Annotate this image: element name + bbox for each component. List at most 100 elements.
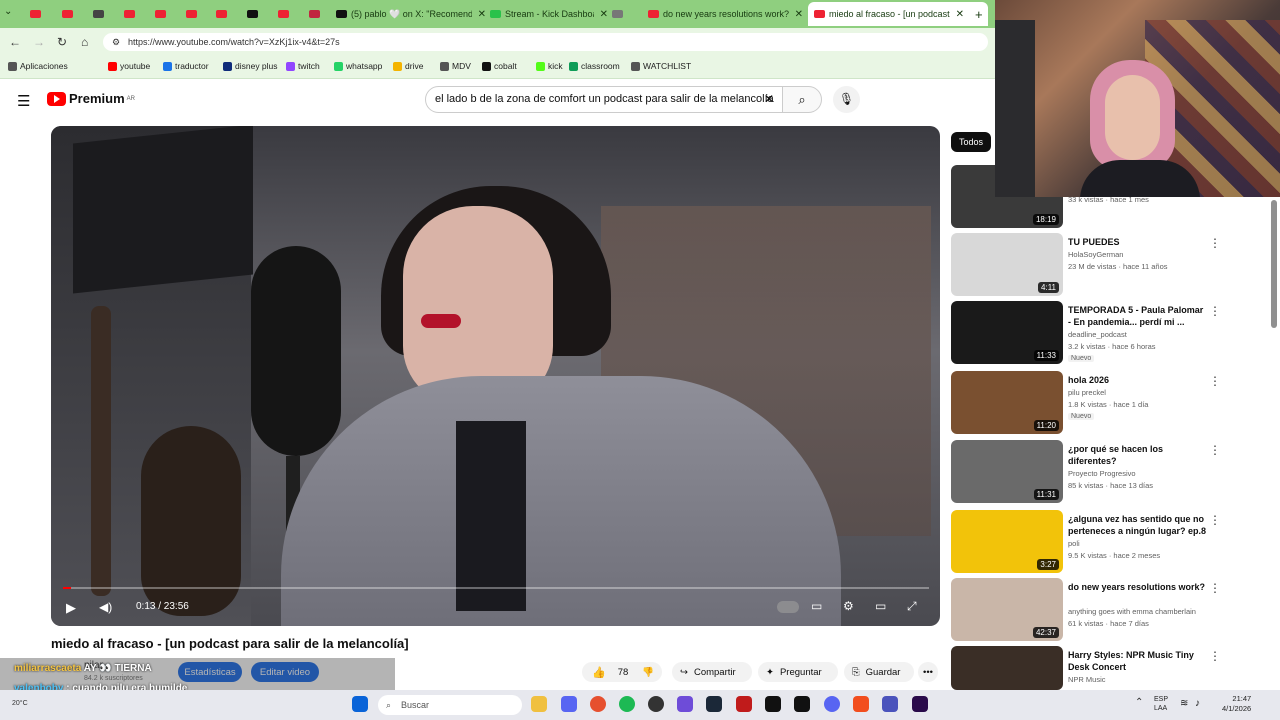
recommendation-channel[interactable]: Proyecto Progresivo xyxy=(1068,469,1136,478)
chrome-icon[interactable] xyxy=(590,696,606,712)
more-actions-button[interactable]: ••• xyxy=(918,662,938,682)
more-options-icon[interactable]: ⋮ xyxy=(1209,304,1221,318)
search-button[interactable]: ⌕ xyxy=(782,86,822,113)
video-thumbnail[interactable]: 42:37 xyxy=(951,578,1063,641)
browser-tab[interactable] xyxy=(612,2,642,26)
capcut-icon[interactable] xyxy=(765,696,781,712)
recommendation-item[interactable]: 4:11 TU PUEDES HolaSoyGerman 23 M de vistas… xyxy=(951,233,1280,297)
premiere-icon[interactable] xyxy=(912,696,928,712)
clear-search-icon[interactable]: ✕ xyxy=(764,92,774,106)
browser-tab[interactable] xyxy=(186,2,214,26)
tab-close-icon[interactable]: ✕ xyxy=(600,9,608,20)
recommendation-item[interactable]: 11:20 hola 2026 pilu preckel 1.8 K vistas ·… xyxy=(951,371,1280,435)
recommendation-channel[interactable]: pilu preckel xyxy=(1068,388,1106,397)
spotify-icon[interactable] xyxy=(619,696,635,712)
recommendation-title[interactable]: hola 2026 xyxy=(1068,374,1208,386)
obs-icon[interactable] xyxy=(648,696,664,712)
ask-button[interactable]: ✦ Preguntar xyxy=(758,662,838,682)
tab-close-icon[interactable]: ✕ xyxy=(956,9,964,20)
wifi-icon[interactable]: ≋ xyxy=(1180,698,1188,709)
video-thumbnail[interactable] xyxy=(951,646,1063,690)
browser-tab[interactable] xyxy=(30,2,58,26)
recommendation-item[interactable]: 11:31 ¿por qué se hacen los diferentes? Pr… xyxy=(951,440,1280,504)
video-progress-bar[interactable] xyxy=(63,587,929,589)
save-button[interactable]: ⎘ Guardar xyxy=(844,662,914,682)
more-options-icon[interactable]: ⋮ xyxy=(1209,649,1221,663)
more-options-icon[interactable]: ⋮ xyxy=(1209,236,1221,250)
forward-icon[interactable]: → xyxy=(33,35,45,49)
bookmark-item[interactable]: whatsapp xyxy=(334,61,382,71)
browser-tab[interactable] xyxy=(309,2,334,26)
recommendation-channel[interactable]: deadline_podcast xyxy=(1068,330,1127,339)
recommendation-title[interactable]: do new years resolutions work? xyxy=(1068,581,1208,593)
video-thumbnail[interactable]: 11:33 xyxy=(951,301,1063,364)
windows-start-icon[interactable] xyxy=(352,696,368,712)
video-thumbnail[interactable]: 11:31 xyxy=(951,440,1063,503)
recommendation-channel[interactable]: NPR Music xyxy=(1068,675,1106,684)
video-thumbnail[interactable]: 11:20 xyxy=(951,371,1063,434)
language-indicator[interactable]: ESP LAA xyxy=(1154,695,1168,713)
recommendation-channel[interactable]: poli xyxy=(1068,539,1080,548)
bookmark-item[interactable]: twitch xyxy=(286,61,320,71)
browser-tab[interactable]: do new years resolutions work? ✕ xyxy=(648,2,803,26)
bookmark-item[interactable]: WATCHLIST xyxy=(631,61,691,71)
browser-tab[interactable]: miedo al fracaso - [un podcast ✕ xyxy=(808,2,988,26)
bookmark-item[interactable]: Aplicaciones xyxy=(8,61,68,71)
recommendation-channel[interactable]: HolaSoyGerman xyxy=(1068,250,1123,259)
recommendation-item[interactable]: 42:37 do new years resolutions work? anyth… xyxy=(951,578,1280,642)
search-input[interactable]: el lado b de la zona de comfort un podca… xyxy=(425,86,783,113)
tab-close-icon[interactable]: ✕ xyxy=(478,9,486,20)
home-icon[interactable]: ⌂ xyxy=(81,35,88,49)
recommendation-title[interactable]: TEMPORADA 5 - Paula Palomar - En pandemi… xyxy=(1068,304,1208,328)
subtitles-icon[interactable]: ▭ xyxy=(811,599,822,613)
tray-chevron-icon[interactable]: ⌃ xyxy=(1135,697,1143,708)
thumbs-down-icon[interactable]: 👎 xyxy=(642,667,654,678)
reload-icon[interactable]: ↻ xyxy=(57,35,67,49)
weather-widget[interactable]: 20°C xyxy=(12,700,28,707)
bookmark-item[interactable]: traductor xyxy=(163,61,209,71)
taskbar-search-input[interactable]: ⌕ Buscar xyxy=(378,695,522,715)
bookmark-item[interactable]: MDV xyxy=(440,61,471,71)
teams-icon[interactable] xyxy=(882,696,898,712)
figma-icon[interactable] xyxy=(853,696,869,712)
back-icon[interactable]: ← xyxy=(9,35,21,49)
hamburger-menu-icon[interactable]: ☰ xyxy=(17,92,30,110)
app-icon-red[interactable] xyxy=(736,696,752,712)
video-player[interactable] xyxy=(51,126,940,626)
recommendation-title[interactable]: Harry Styles: NPR Music Tiny Desk Concer… xyxy=(1068,649,1208,673)
browser-tab[interactable] xyxy=(124,2,152,26)
clock[interactable]: 21:47 4/1/2026 xyxy=(1222,694,1251,714)
browser-tab[interactable] xyxy=(62,2,90,26)
bookmark-item[interactable]: disney plus xyxy=(223,61,278,71)
more-options-icon[interactable]: ⋮ xyxy=(1209,581,1221,595)
bookmark-item[interactable]: cobalt xyxy=(482,61,517,71)
recommendation-title[interactable]: ¿alguna vez has sentido que no pertenece… xyxy=(1068,513,1208,537)
browser-tab[interactable] xyxy=(247,2,275,26)
recommendation-title[interactable]: ¿por qué se hacen los diferentes? xyxy=(1068,443,1208,467)
recommendation-item[interactable]: 11:33 TEMPORADA 5 - Paula Palomar - En pa… xyxy=(951,301,1280,365)
share-button[interactable]: ↪ Compartir xyxy=(672,662,752,682)
volume-tray-icon[interactable]: ♪ xyxy=(1195,698,1200,709)
browser-tab[interactable] xyxy=(155,2,183,26)
notion-icon[interactable] xyxy=(794,696,810,712)
recommendation-item[interactable]: 3:27 ¿alguna vez has sentido que no perte… xyxy=(951,510,1280,574)
autoplay-toggle[interactable] xyxy=(777,601,799,613)
more-options-icon[interactable]: ⋮ xyxy=(1209,513,1221,527)
youtube-logo[interactable]: Premium AR xyxy=(47,91,135,106)
recommendation-title[interactable]: TU PUEDES xyxy=(1068,236,1208,248)
filter-chip-all[interactable]: Todos xyxy=(951,132,992,152)
recommendation-channel[interactable]: anything goes with emma chamberlain xyxy=(1068,607,1196,616)
url-field[interactable]: ⚙ https://www.youtube.com/watch?v=XzKj1i… xyxy=(103,33,988,51)
bookmark-item[interactable]: kick xyxy=(536,61,563,71)
app-icon-purple[interactable] xyxy=(677,696,693,712)
fullscreen-icon[interactable]: ⤢ xyxy=(907,599,917,614)
play-icon[interactable]: ▶ xyxy=(66,600,76,616)
video-thumbnail[interactable]: 3:27 xyxy=(951,510,1063,573)
bookmark-item[interactable]: youtube xyxy=(108,61,150,71)
new-tab-button[interactable]: + xyxy=(975,2,983,26)
video-thumbnail[interactable]: 4:11 xyxy=(951,233,1063,296)
tab-close-icon[interactable]: ✕ xyxy=(795,9,803,20)
browser-tab[interactable]: Stream - Kick Dashboard ✕ xyxy=(490,2,608,26)
more-options-icon[interactable]: ⋮ xyxy=(1209,443,1221,457)
discord-alt-icon[interactable] xyxy=(824,696,840,712)
